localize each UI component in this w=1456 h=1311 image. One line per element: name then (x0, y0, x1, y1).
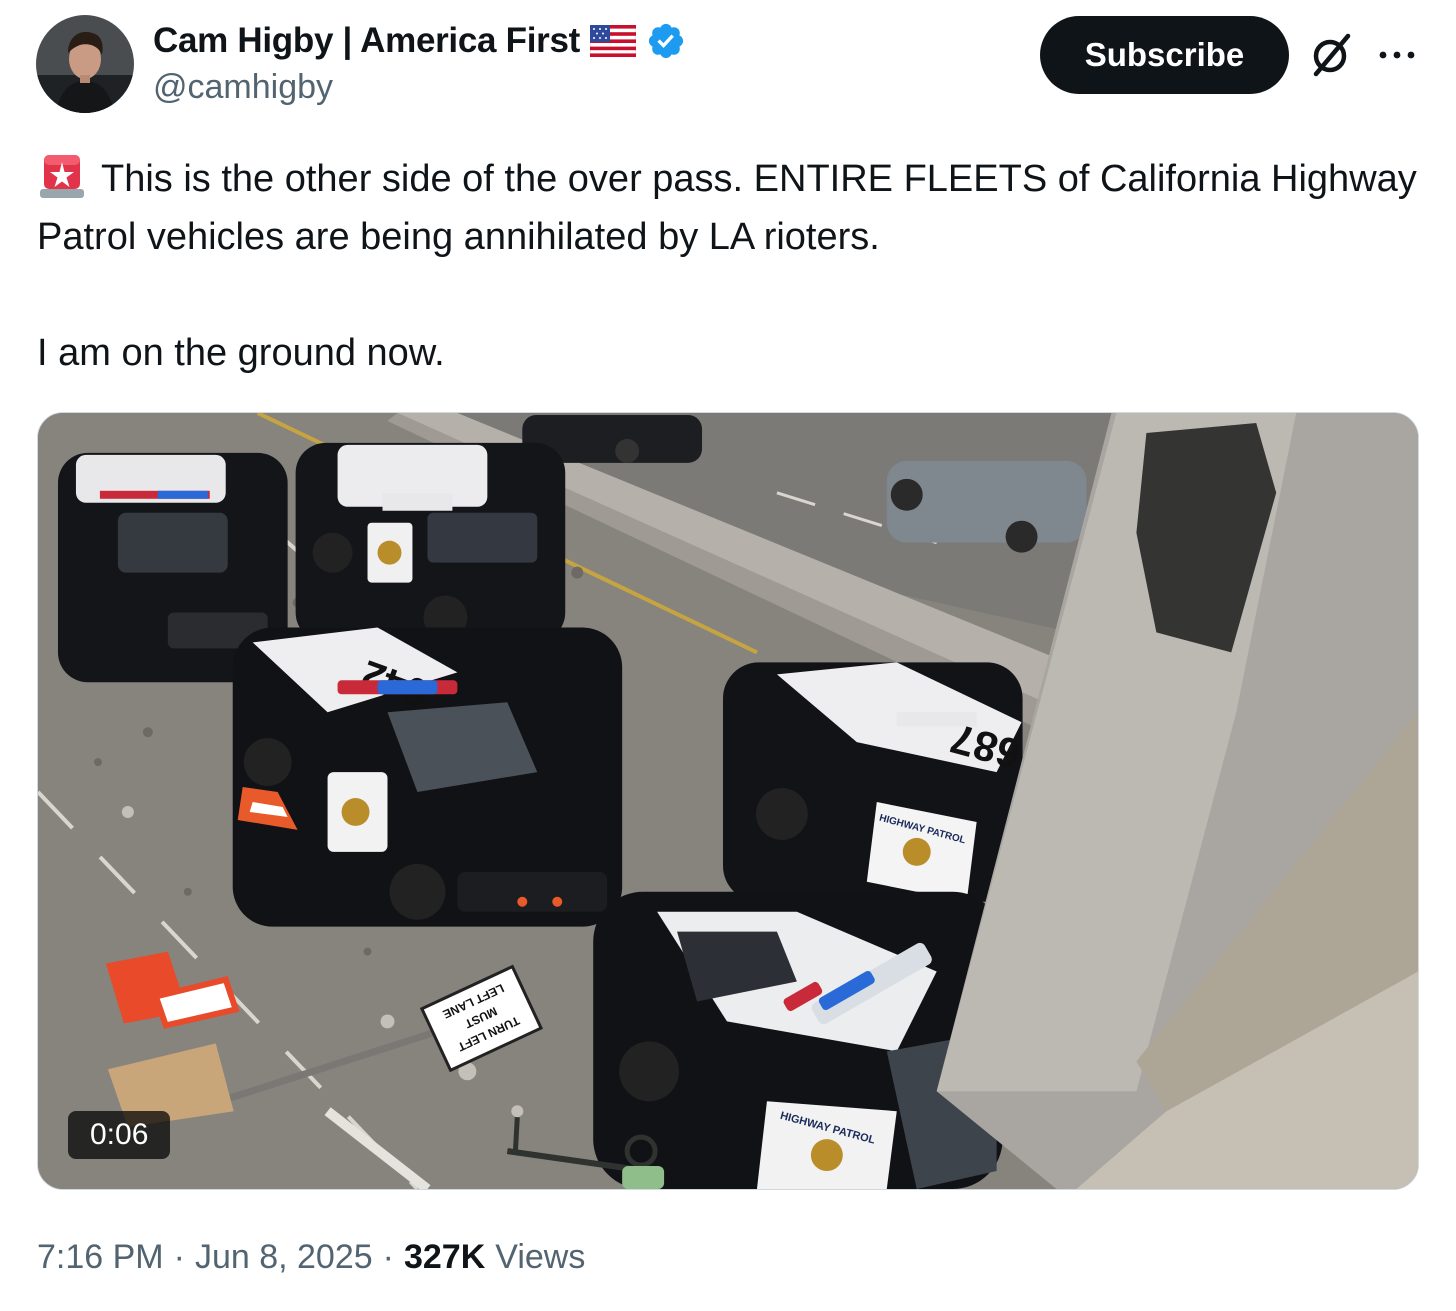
patrol-suv-3: 042 (232, 627, 623, 927)
video-duration-badge: 0:06 (68, 1111, 171, 1159)
tweet-paragraph-1-text: This is the other side of the over pass.… (37, 158, 1417, 258)
meta-separator: · (382, 1238, 394, 1276)
tweet-text: This is the other side of the over pass.… (37, 150, 1427, 382)
avatar[interactable] (36, 15, 134, 113)
rotating-light-emoji-icon (40, 155, 84, 198)
video-player[interactable]: 042 687 HIGHWAY PATROL (37, 412, 1419, 1190)
grok-icon[interactable] (1306, 30, 1356, 80)
author-display-name[interactable]: Cam Higby | America First (153, 21, 580, 61)
tweet-meta: 7:16 PM · Jun 8, 2025 · 327K Views (37, 1238, 585, 1277)
video-thumbnail: 042 687 HIGHWAY PATROL (38, 413, 1418, 1189)
us-flag-icon (589, 25, 636, 57)
views-count[interactable]: 327K (404, 1238, 485, 1277)
tweet-paragraph-1: This is the other side of the over pass.… (37, 150, 1427, 266)
verified-badge-icon[interactable] (646, 21, 686, 61)
subscribe-button[interactable]: Subscribe (1040, 16, 1289, 94)
patrol-suv-4: 687 HIGHWAY PATROL (723, 662, 1025, 902)
author-name-row[interactable]: Cam Higby | America First (153, 18, 686, 64)
tweet-date[interactable]: Jun 8, 2025 (195, 1238, 373, 1277)
patrol-suv-2 (295, 442, 566, 643)
tweet-paragraph-2: I am on the ground now. (37, 332, 445, 374)
tweet-time[interactable]: 7:16 PM (37, 1238, 164, 1277)
more-options-icon[interactable] (1375, 38, 1419, 72)
avatar-image (36, 15, 134, 113)
views-label[interactable]: Views (495, 1238, 585, 1277)
author-handle[interactable]: @camhigby (153, 68, 333, 107)
meta-separator: · (173, 1238, 185, 1276)
